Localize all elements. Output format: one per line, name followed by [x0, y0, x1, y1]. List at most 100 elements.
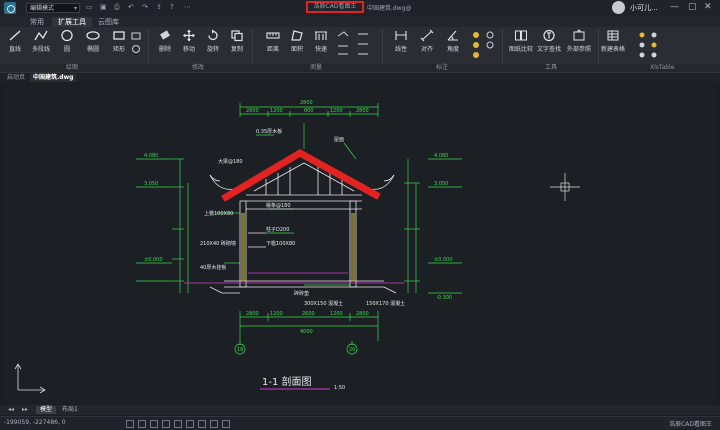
undo-icon[interactable]: ↶ — [128, 3, 134, 11]
mode-select[interactable]: 编辑模式 ▾ — [26, 3, 80, 13]
svg-text:椽条@180: 椽条@180 — [266, 202, 291, 209]
svg-text:4.080: 4.080 — [434, 153, 448, 159]
svg-text:2800: 2800 — [246, 311, 259, 317]
svg-text:大梁@180: 大梁@180 — [218, 158, 243, 165]
svg-text:2600: 2600 — [302, 311, 315, 317]
aligned-dimension-icon — [420, 29, 434, 42]
rectangle-button[interactable]: 矩形 — [106, 29, 132, 53]
osnap-toggle-icon[interactable] — [174, 420, 182, 428]
svg-text:±0.000: ±0.000 — [144, 257, 163, 263]
area-button[interactable]: 面积 — [284, 29, 310, 53]
svg-text:1200: 1200 — [270, 108, 283, 114]
small-measure-tools-icon[interactable] — [336, 30, 376, 60]
svg-text:3.050: 3.050 — [434, 181, 448, 187]
rotate-button[interactable]: 旋转 — [200, 29, 226, 53]
nav-prev-icon[interactable]: ◂◂ — [4, 406, 18, 414]
app-title: 浩辰CAD看图王 — [306, 1, 364, 13]
brand-label: 浩辰CAD看图王 — [669, 421, 712, 428]
nav-next-icon[interactable]: ▸▸ — [18, 406, 32, 414]
status-toggles — [126, 420, 246, 428]
svg-text:下槛100X80: 下槛100X80 — [266, 240, 295, 247]
user-name[interactable]: 小可儿... — [630, 3, 658, 13]
more-icon[interactable]: ⋯ — [184, 3, 191, 11]
redo-icon[interactable]: ↷ — [142, 3, 148, 11]
otrack-toggle-icon[interactable] — [186, 420, 194, 428]
compare-icon — [515, 30, 527, 41]
open-icon[interactable]: ▭ — [86, 3, 93, 11]
mode-select-value: 编辑模式 — [30, 5, 55, 12]
svg-text:-0.300: -0.300 — [436, 295, 452, 301]
tab-document[interactable]: 中国建筑.dwg — [30, 74, 77, 82]
distance-button[interactable]: 距离 — [260, 29, 286, 53]
tab-extended-tools[interactable]: 扩展工具 — [52, 17, 92, 27]
print-icon[interactable]: ⎙ — [114, 3, 120, 12]
ortho-toggle-icon[interactable] — [150, 420, 158, 428]
svg-text:上檐100X80: 上檐100X80 — [204, 210, 233, 217]
ellipse-button[interactable]: 椭圆 — [80, 29, 106, 53]
drawing-canvas[interactable]: 2800 2800 1200 600 1200 2800 2800 1200 2… — [4, 83, 716, 405]
circle-button[interactable]: 圆 — [54, 29, 80, 53]
settings-toggle-icon[interactable] — [222, 420, 230, 428]
polar-toggle-icon[interactable] — [162, 420, 170, 428]
svg-text:150X170 混凝土: 150X170 混凝土 — [366, 300, 405, 307]
maximize-icon[interactable]: ▢ — [688, 2, 697, 12]
minimize-icon[interactable]: — — [670, 2, 679, 12]
lineweight-toggle-icon[interactable] — [198, 420, 206, 428]
tab-layout1[interactable]: 布局1 — [58, 406, 82, 414]
svg-text:柱子D200: 柱子D200 — [266, 226, 289, 233]
tab-model[interactable]: 模型 — [36, 406, 57, 414]
small-xlstable-tools-icon[interactable] — [636, 30, 666, 60]
xref-button[interactable]: 外部参照 — [566, 29, 592, 53]
dyn-toggle-icon[interactable] — [210, 420, 218, 428]
crosshair-cursor — [550, 173, 580, 201]
group-measure-label: 测量 — [310, 64, 323, 71]
small-draw-tools-icon[interactable] — [130, 31, 144, 57]
text-search-button[interactable]: 文字查找 — [536, 29, 562, 53]
tab-cloud-library[interactable]: 云图库 — [92, 17, 125, 27]
copy-button[interactable]: 复制 — [224, 29, 250, 53]
dimension-lines — [136, 103, 462, 355]
ucs-icon — [14, 363, 46, 394]
app-logo-icon[interactable] — [4, 2, 16, 14]
line-button[interactable]: 直线 — [2, 29, 28, 53]
polyline-button[interactable]: 多段线 — [28, 29, 54, 53]
grid-toggle-icon[interactable] — [126, 420, 134, 428]
svg-text:20: 20 — [349, 347, 355, 353]
linear-dimension-button[interactable]: 线性 — [388, 29, 414, 53]
small-annotate-tools-icon[interactable] — [468, 30, 498, 60]
angle-dimension-button[interactable]: 角度 — [440, 29, 466, 53]
ribbon-toolbar: 直线 多段线 圆 椭圆 矩形 删除 移动 旋转 复制 距离 面积 快速 线性 对… — [0, 27, 720, 64]
group-modify-label: 修改 — [192, 64, 205, 71]
snap-toggle-icon[interactable] — [138, 420, 146, 428]
line-icon — [9, 30, 21, 41]
compare-button[interactable]: 图纸比较 — [508, 29, 534, 53]
svg-text:40厚木挂板: 40厚木挂板 — [200, 264, 226, 271]
close-icon[interactable]: ✕ — [704, 2, 712, 12]
rotate-icon — [208, 29, 218, 41]
help-icon[interactable]: ? — [170, 3, 174, 11]
delete-button[interactable]: 删除 — [152, 29, 178, 53]
coordinates-readout: -199059, -227486, 0 — [4, 419, 66, 426]
dimension-texts: 2800 2800 1200 600 1200 2800 2800 1200 2… — [144, 100, 453, 353]
area-icon — [291, 30, 303, 41]
avatar[interactable] — [612, 1, 625, 14]
svg-text:18: 18 — [237, 347, 243, 353]
new-table-icon — [607, 30, 619, 41]
svg-text:屋面: 屋面 — [334, 137, 344, 143]
cad-drawing[interactable]: 2800 2800 1200 600 1200 2800 2800 1200 2… — [4, 83, 716, 405]
aligned-dimension-button[interactable]: 对齐 — [414, 29, 440, 53]
svg-text:600: 600 — [304, 108, 314, 114]
group-draw-label: 绘图 — [66, 64, 79, 71]
rectangle-icon — [113, 31, 125, 40]
move-button[interactable]: 移动 — [176, 29, 202, 53]
tab-common[interactable]: 常用 — [24, 17, 50, 27]
ribbon-tabs: 常用 扩展工具 云图库 — [0, 16, 720, 27]
new-table-button[interactable]: 新建表格 — [600, 29, 626, 53]
move-icon — [183, 29, 195, 42]
svg-text:0.35厚木板: 0.35厚木板 — [256, 128, 282, 135]
save-icon[interactable]: ▣ — [100, 3, 107, 11]
share-icon[interactable]: ⇪ — [156, 3, 162, 11]
tab-start-page[interactable]: 启动页 — [4, 74, 28, 82]
quick-measure-button[interactable]: 快速 — [308, 29, 334, 53]
ground-lines — [184, 272, 404, 284]
